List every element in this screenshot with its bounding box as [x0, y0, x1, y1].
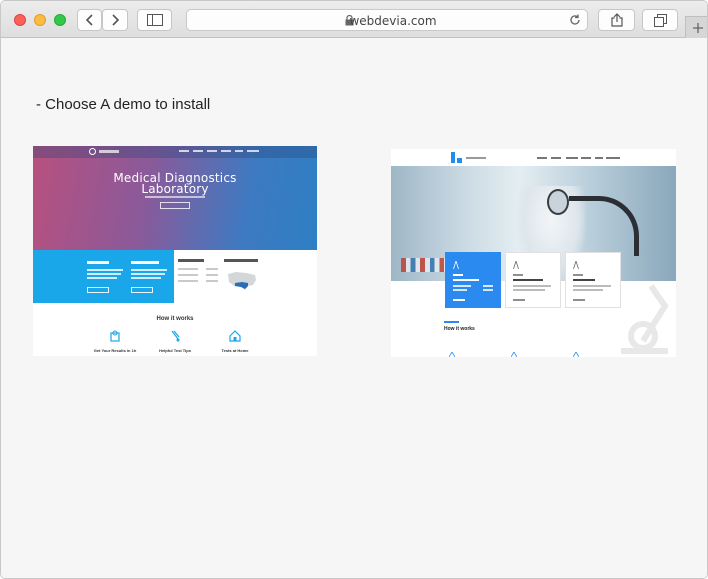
step-icon: [573, 352, 579, 357]
step-icon: [511, 352, 517, 357]
tabs-icon: [653, 13, 667, 27]
demo-2-how-it-works: How it works: [444, 326, 475, 332]
demo-2-logo: [451, 152, 455, 163]
compass-icon: [513, 261, 519, 269]
plus-icon: [692, 22, 703, 33]
page-content: - Choose A demo to install Medical Diagn…: [1, 39, 707, 578]
sidebar-icon: [146, 14, 163, 26]
forward-button[interactable]: [102, 9, 128, 31]
demo-1-feature-3: Tests at Home: [221, 348, 249, 353]
demo-2-card-opening-hours: [445, 252, 501, 308]
demo-1-title-line2: Laboratory: [141, 182, 209, 196]
new-tab-button[interactable]: [685, 16, 707, 38]
address-bar[interactable]: webdevia.com: [186, 9, 588, 31]
share-icon: [610, 13, 623, 27]
demo-1-how-it-works: How it works: [156, 316, 194, 322]
compass-icon: [453, 261, 459, 269]
demo-1-hero-button: [160, 202, 190, 209]
back-icon: [85, 14, 93, 26]
reload-icon[interactable]: [568, 13, 582, 27]
url-text: webdevia.com: [349, 14, 437, 28]
demo-1-nav: [33, 146, 317, 158]
browser-window: webdevia.com - Choose A demo to install: [0, 0, 708, 579]
forward-icon: [112, 14, 120, 26]
share-button[interactable]: [598, 9, 635, 31]
demo-1-feature-1: Get Your Results in 1h: [93, 348, 137, 353]
page-heading: - Choose A demo to install: [36, 96, 211, 113]
browser-toolbar: webdevia.com: [1, 1, 707, 38]
demo-1-blue-panel: [33, 250, 174, 303]
test-tube-icon: [171, 330, 180, 342]
demo-1-logo: [89, 148, 96, 155]
demo-2-nav: [391, 149, 676, 166]
demo-2-card-patient-area: [565, 252, 621, 308]
sidebar-button[interactable]: [137, 9, 172, 31]
demo-1-thumbnail[interactable]: Medical Diagnostics Laboratory How it wo…: [33, 146, 317, 356]
close-window-button[interactable]: [14, 14, 26, 26]
results-icon: [110, 330, 120, 342]
minimize-window-button[interactable]: [34, 14, 46, 26]
compass-icon: [573, 261, 579, 269]
step-icon: [449, 352, 455, 357]
demo-1-hero: Medical Diagnostics Laboratory: [33, 146, 317, 250]
demo-1-feature-2: Helpful Test Tips: [159, 348, 191, 353]
microscope-decoration: [621, 284, 669, 354]
demo-1-coverage-map: [228, 272, 256, 290]
zoom-window-button[interactable]: [54, 14, 66, 26]
demo-2-thumbnail[interactable]: How it works: [391, 149, 676, 357]
tabs-overview-button[interactable]: [642, 9, 678, 31]
back-button[interactable]: [77, 9, 102, 31]
demo-2-card-professionals: [505, 252, 561, 308]
home-test-icon: [229, 330, 241, 342]
